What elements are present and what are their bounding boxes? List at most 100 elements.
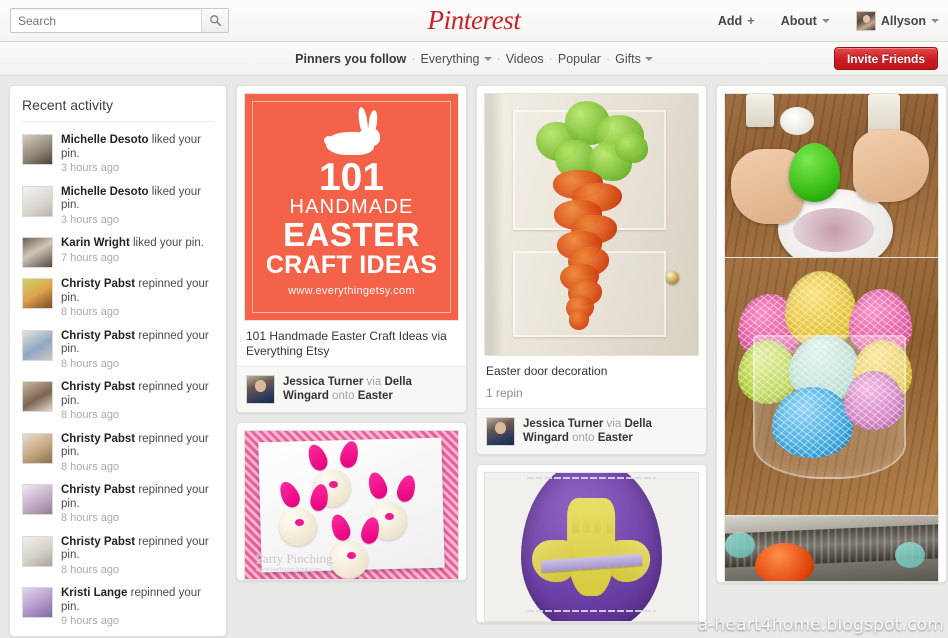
poster-url: www.everythingetsy.com bbox=[288, 285, 415, 297]
activity-time: 8 hours ago bbox=[61, 512, 120, 524]
activity-time: 9 hours ago bbox=[61, 615, 120, 627]
add-menu[interactable]: Add + bbox=[718, 13, 755, 28]
pin-attribution[interactable]: Jessica Turner via Della Wingard onto Ea… bbox=[237, 366, 466, 412]
activity-text: Christy Pabst repinned your pin. 8 hours … bbox=[61, 330, 214, 372]
activity-time: 3 hours ago bbox=[61, 213, 120, 226]
chevron-down-icon bbox=[931, 18, 939, 23]
invite-friends-button[interactable]: Invite Friends bbox=[833, 47, 938, 70]
activity-user[interactable]: Christy Pabst bbox=[61, 330, 135, 342]
pin-image-handprint-easter-egg[interactable] bbox=[484, 472, 699, 622]
activity-item[interactable]: Christy Pabst repinned your pin. 8 hours … bbox=[22, 428, 214, 480]
activity-thumbnail[interactable] bbox=[22, 587, 53, 618]
nav-separator: · bbox=[605, 51, 611, 66]
nav-everything[interactable]: Everything bbox=[420, 52, 492, 66]
pin-image-rolling-pin-strip[interactable] bbox=[724, 516, 939, 582]
pin-attribution-text: Jessica Turner via Della Wingard onto Ea… bbox=[523, 417, 697, 445]
pin-column-1: 101 HANDMADE EASTER CRAFT IDEAS www.ever… bbox=[236, 85, 467, 637]
activity-user[interactable]: Christy Pabst bbox=[61, 536, 135, 548]
nav-separator: · bbox=[496, 51, 501, 66]
search-box[interactable] bbox=[10, 8, 229, 33]
activity-item[interactable]: Christy Pabst repinned your pin. 8 hours … bbox=[22, 325, 214, 377]
activity-time: 8 hours ago bbox=[61, 460, 120, 473]
nav-separator: · bbox=[411, 51, 416, 66]
activity-action: liked your pin. bbox=[133, 237, 204, 249]
activity-thumbnail[interactable] bbox=[22, 134, 53, 165]
pin-image-easter-door-decoration[interactable] bbox=[484, 93, 699, 356]
pinner-name[interactable]: Jessica Turner bbox=[523, 418, 603, 430]
pin-image-string-egg-step[interactable] bbox=[724, 93, 939, 258]
activity-user[interactable]: Christy Pabst bbox=[61, 381, 135, 393]
recent-activity-panel: Recent activity Michelle Desoto liked yo… bbox=[9, 85, 227, 637]
nav-pinners-you-follow[interactable]: Pinners you follow bbox=[295, 52, 406, 66]
activity-thumbnail[interactable] bbox=[22, 329, 53, 361]
activity-user[interactable]: Michelle Desoto bbox=[61, 186, 149, 198]
activity-time: 8 hours ago bbox=[61, 563, 120, 576]
top-header-bar: Pinterest Add + About Allyson bbox=[0, 0, 948, 42]
pin-image-bunny-cookies[interactable]: Party Pinching www.partypinching.com bbox=[244, 430, 459, 580]
pin-repin-count: 1 repin bbox=[486, 386, 523, 400]
via-label: via bbox=[606, 418, 622, 430]
activity-text: Christy Pabst repinned your pin. 8 hours … bbox=[61, 381, 214, 423]
pinner-name[interactable]: Jessica Turner bbox=[283, 376, 363, 388]
pin-column-2: Easter door decoration 1 repin Jessica T… bbox=[476, 85, 707, 637]
pin-column-3 bbox=[716, 85, 947, 637]
chevron-down-icon bbox=[821, 18, 830, 23]
activity-thumbnail[interactable] bbox=[22, 381, 53, 412]
about-label: About bbox=[780, 13, 817, 28]
onto-label: onto bbox=[332, 390, 355, 402]
activity-item[interactable]: Kristi Lange repinned your pin. 9 hours a… bbox=[22, 582, 214, 634]
board-name[interactable]: Easter bbox=[358, 390, 393, 402]
activity-item[interactable]: Christy Pabst repinned your pin. 8 hours … bbox=[22, 479, 214, 531]
pin-card[interactable]: 101 HANDMADE EASTER CRAFT IDEAS www.ever… bbox=[236, 85, 467, 413]
pin-caption: Easter door decoration bbox=[486, 364, 608, 378]
pin-card[interactable]: Party Pinching www.partypinching.com bbox=[236, 422, 467, 581]
image-watermark: Party Pinching www.partypinching.com bbox=[255, 551, 333, 574]
activity-thumbnail[interactable] bbox=[22, 237, 53, 268]
pin-card[interactable] bbox=[716, 85, 947, 583]
pin-card[interactable]: Easter door decoration 1 repin Jessica T… bbox=[476, 85, 707, 455]
nav-gifts[interactable]: Gifts bbox=[615, 52, 653, 66]
activity-time: 7 hours ago bbox=[61, 251, 120, 264]
activity-item[interactable]: Christy Pabst repinned your pin. 8 hours … bbox=[22, 531, 214, 583]
activity-user[interactable]: Christy Pabst bbox=[61, 278, 135, 290]
pin-image-101-easter-crafts[interactable]: 101 HANDMADE EASTER CRAFT IDEAS www.ever… bbox=[244, 93, 459, 321]
pin-card[interactable] bbox=[476, 464, 707, 623]
activity-thumbnail[interactable] bbox=[22, 432, 53, 464]
board-name[interactable]: Easter bbox=[598, 432, 633, 444]
activity-user[interactable]: Kristi Lange bbox=[61, 587, 127, 599]
activity-thumbnail[interactable] bbox=[22, 535, 53, 567]
activity-thumbnail[interactable] bbox=[22, 484, 53, 515]
poster-line-3: EASTER bbox=[283, 216, 420, 253]
activity-list: Michelle Desoto liked your pin. 3 hours a… bbox=[22, 129, 214, 634]
activity-user[interactable]: Christy Pabst bbox=[61, 484, 135, 496]
activity-item[interactable]: Christy Pabst repinned your pin. 8 hours … bbox=[22, 376, 214, 428]
activity-item[interactable]: Michelle Desoto liked your pin. 3 hours a… bbox=[22, 129, 214, 181]
activity-time: 8 hours ago bbox=[61, 409, 120, 421]
about-menu[interactable]: About bbox=[781, 14, 830, 28]
pin-attribution[interactable]: Jessica Turner via Della Wingard onto Ea… bbox=[477, 408, 706, 454]
nav-videos[interactable]: Videos bbox=[506, 52, 544, 66]
activity-thumbnail[interactable] bbox=[22, 185, 53, 217]
activity-text: Christy Pabst repinned your pin. 8 hours … bbox=[61, 484, 214, 526]
activity-item[interactable]: Michelle Desoto liked your pin. 3 hours a… bbox=[22, 181, 214, 233]
activity-thumbnail[interactable] bbox=[22, 278, 53, 309]
activity-user[interactable]: Christy Pabst bbox=[61, 433, 135, 445]
activity-time: 3 hours ago bbox=[61, 162, 120, 174]
activity-user[interactable]: Karin Wright bbox=[61, 237, 130, 249]
orange-string-egg bbox=[754, 543, 815, 581]
search-button[interactable] bbox=[201, 9, 228, 32]
pin-image-string-eggs-vase[interactable] bbox=[724, 258, 939, 516]
activity-item[interactable]: Karin Wright liked your pin. 7 hours ago bbox=[22, 232, 214, 273]
activity-text: Karin Wright liked your pin. 7 hours ago bbox=[61, 237, 204, 268]
activity-user[interactable]: Michelle Desoto bbox=[61, 134, 149, 146]
activity-item[interactable]: Christy Pabst repinned your pin. 8 hours … bbox=[22, 273, 214, 325]
page-content: Recent activity Michelle Desoto liked yo… bbox=[0, 76, 948, 637]
user-name-label: Allyson bbox=[880, 13, 926, 28]
onto-label: onto bbox=[572, 432, 595, 444]
poster-line-2: HANDMADE bbox=[289, 196, 414, 218]
bowl-shape bbox=[780, 107, 815, 135]
user-menu[interactable]: Allyson bbox=[855, 10, 939, 31]
search-input[interactable] bbox=[11, 9, 201, 32]
nav-popular[interactable]: Popular bbox=[558, 52, 601, 66]
pinterest-logo-text[interactable]: Pinterest bbox=[428, 5, 521, 35]
